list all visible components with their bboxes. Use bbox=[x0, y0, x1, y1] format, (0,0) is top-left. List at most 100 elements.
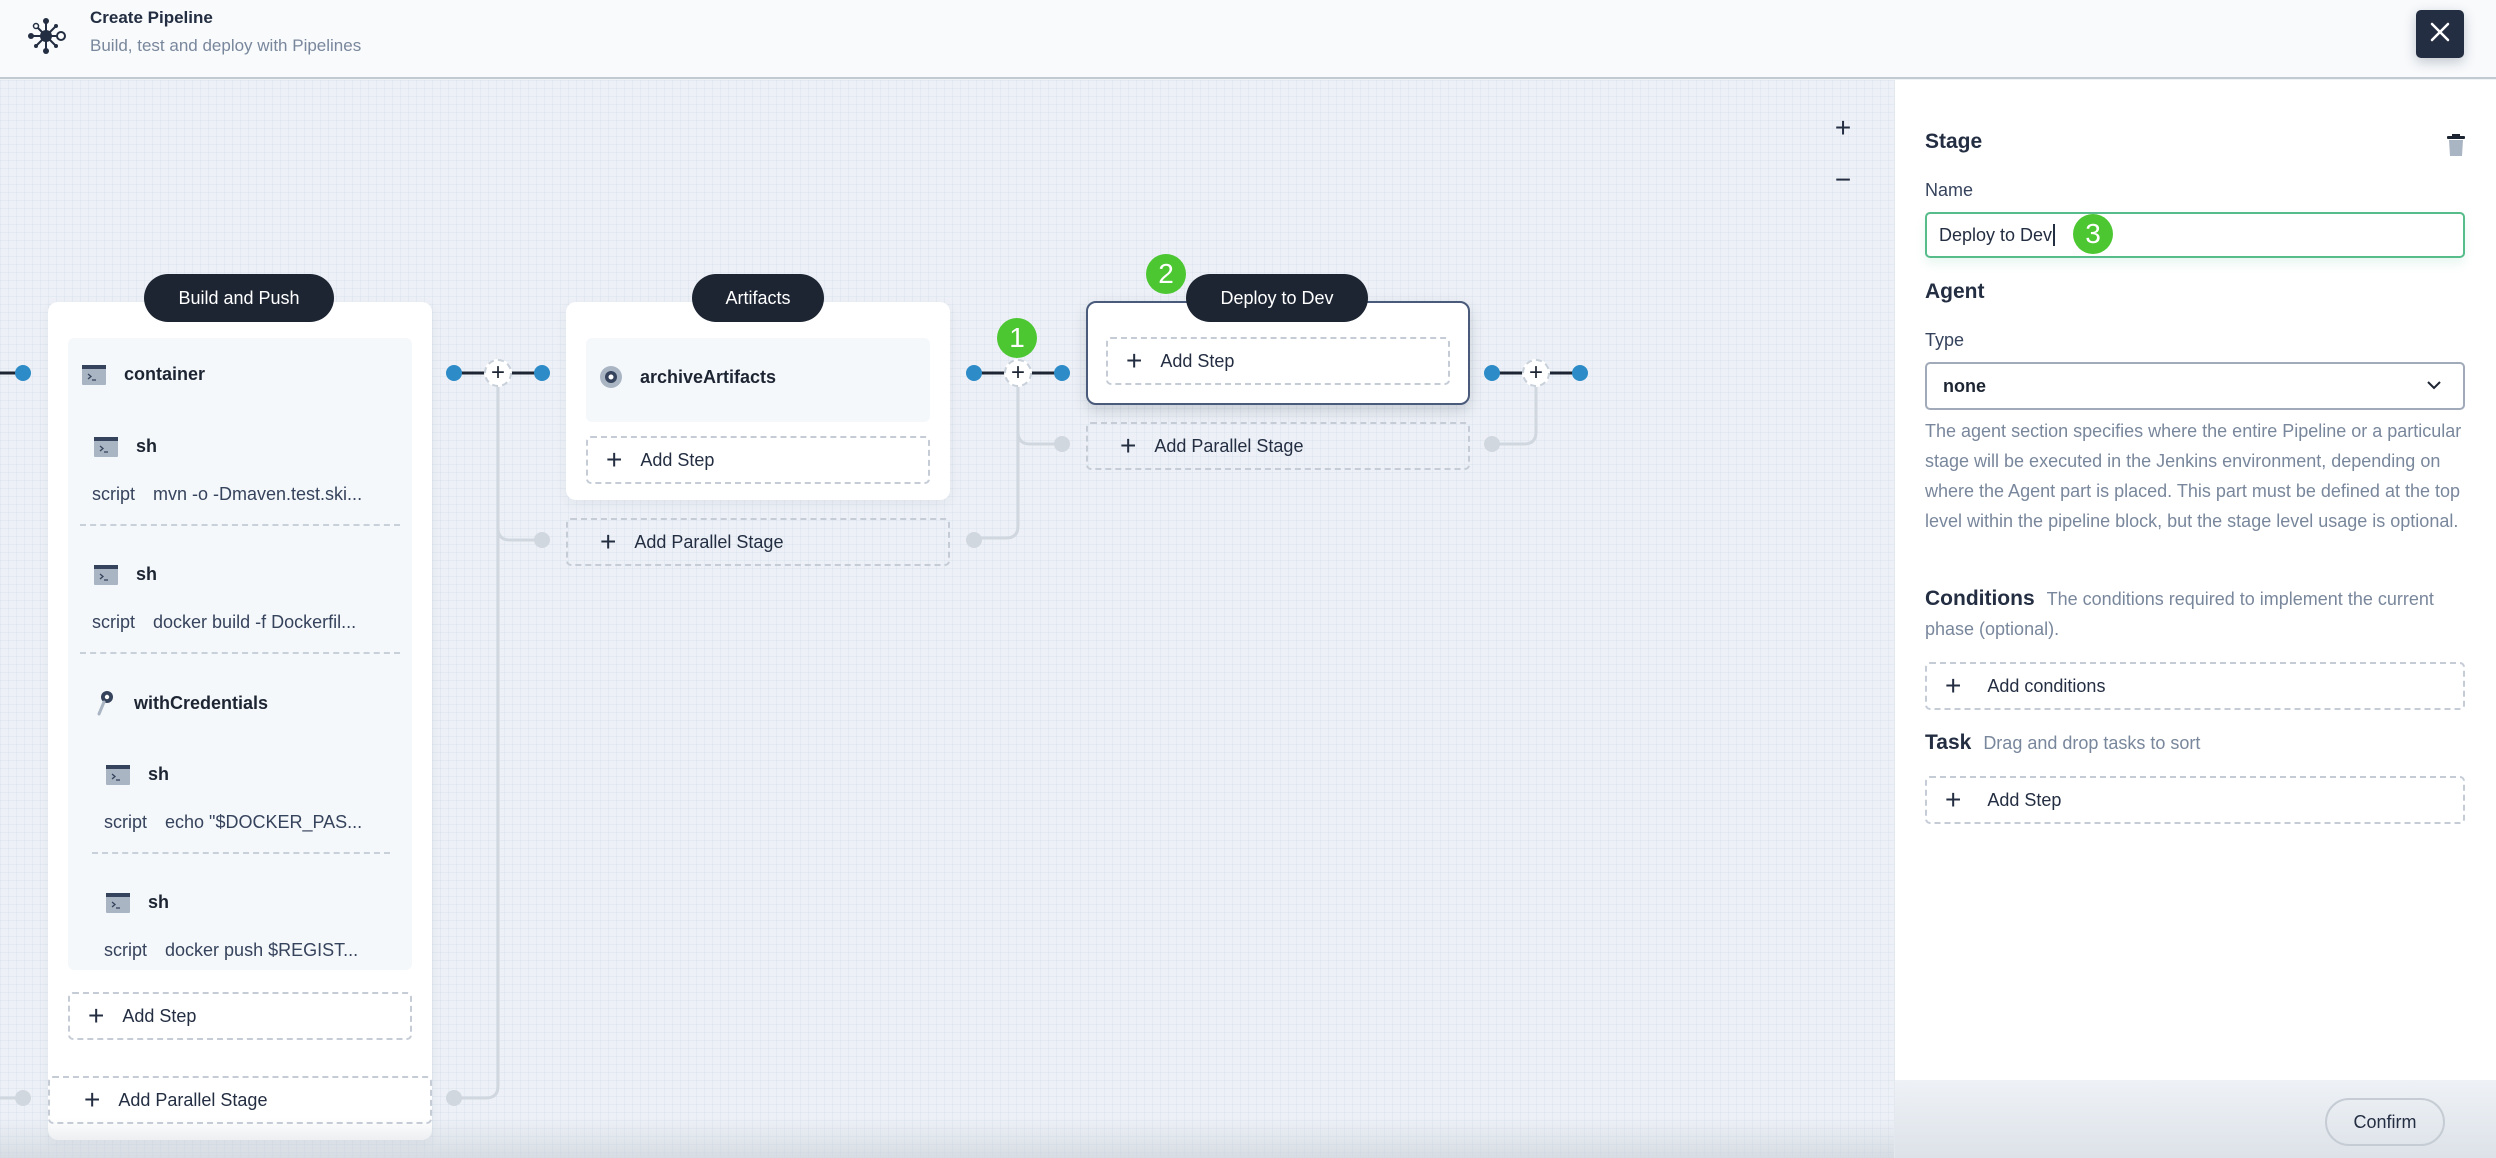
add-stage-node[interactable]: + bbox=[484, 359, 512, 387]
parallel-branch-line bbox=[454, 374, 500, 1100]
agent-type-select[interactable]: none bbox=[1925, 362, 2465, 410]
zoom-in-button[interactable]: + bbox=[1828, 114, 1858, 142]
plus-icon: + bbox=[1120, 430, 1137, 461]
step-script[interactable]: script docker push $REGIST... bbox=[104, 940, 358, 961]
plus-icon: + bbox=[1945, 670, 1962, 701]
task-title-text: Task bbox=[1925, 731, 1972, 754]
connector-dot bbox=[534, 365, 550, 381]
plus-icon: + bbox=[84, 1084, 101, 1115]
stage-name-pill[interactable]: Artifacts bbox=[692, 274, 824, 322]
script-key: script bbox=[92, 484, 136, 504]
add-parallel-stage-label: Add Parallel Stage bbox=[634, 531, 784, 552]
add-step-button[interactable]: + Add Step bbox=[586, 436, 930, 484]
connector-dot bbox=[966, 365, 982, 381]
stage-name-input[interactable]: Deploy to Dev bbox=[1925, 212, 2465, 258]
add-step-button[interactable]: + Add Step bbox=[1106, 337, 1450, 385]
script-key: script bbox=[92, 612, 136, 632]
script-key: script bbox=[104, 812, 148, 832]
connector-dot bbox=[1572, 365, 1588, 381]
connector-dot bbox=[1484, 436, 1500, 452]
plus-icon: + bbox=[600, 526, 617, 557]
add-stage-node[interactable]: + bbox=[1004, 359, 1032, 387]
step-sh[interactable]: sh bbox=[94, 436, 157, 457]
step-title: withCredentials bbox=[134, 692, 269, 713]
step-with-credentials[interactable]: withCredentials bbox=[96, 690, 268, 716]
agent-description: The agent section specifies where the en… bbox=[1925, 421, 2462, 531]
parallel-branch-line bbox=[974, 374, 1020, 540]
stage-settings-panel: Stage Name Deploy to Dev 3 Agent Type no… bbox=[1894, 80, 2496, 1158]
plus-icon: + bbox=[88, 1000, 105, 1031]
step-divider bbox=[80, 652, 400, 654]
step-divider bbox=[80, 524, 400, 526]
add-step-button[interactable]: + Add Step bbox=[1925, 776, 2465, 824]
script-value: docker push $REGIST... bbox=[165, 940, 359, 960]
step-badge-3: 3 bbox=[2073, 214, 2113, 254]
step-title: archiveArtifacts bbox=[640, 366, 777, 387]
add-parallel-stage-label: Add Parallel Stage bbox=[1154, 435, 1304, 456]
zoom-out-button[interactable]: − bbox=[1828, 166, 1858, 194]
step-container[interactable]: container bbox=[82, 364, 205, 385]
step-badge-1: 1 bbox=[997, 318, 1037, 358]
pipeline-icon bbox=[26, 16, 66, 56]
step-title: sh bbox=[136, 436, 158, 456]
confirm-button[interactable]: Confirm bbox=[2325, 1098, 2445, 1146]
terminal-icon bbox=[106, 764, 130, 785]
connector-dot bbox=[446, 1090, 462, 1106]
step-title: sh bbox=[136, 564, 158, 584]
connector-dot bbox=[1054, 436, 1070, 452]
task-title: Task Drag and drop tasks to sort bbox=[1925, 728, 2200, 758]
agent-title: Agent bbox=[1925, 280, 1985, 303]
script-value: mvn -o -Dmaven.test.ski... bbox=[153, 484, 363, 504]
add-conditions-button[interactable]: + Add conditions bbox=[1925, 662, 2465, 710]
step-script[interactable]: script docker build -f Dockerfil... bbox=[92, 612, 356, 633]
add-step-label: Add Step bbox=[1987, 789, 2062, 810]
terminal-icon bbox=[82, 364, 106, 385]
step-script[interactable]: script mvn -o -Dmaven.test.ski... bbox=[92, 484, 362, 505]
add-stage-node[interactable]: + bbox=[1522, 359, 1550, 387]
add-conditions-label: Add conditions bbox=[1987, 675, 2106, 696]
step-sh[interactable]: sh bbox=[106, 892, 169, 913]
step-title: sh bbox=[148, 764, 170, 784]
stage-name-pill[interactable]: Deploy to Dev bbox=[1186, 274, 1368, 322]
add-parallel-stage-label: Add Parallel Stage bbox=[118, 1089, 268, 1110]
step-sh[interactable]: sh bbox=[94, 564, 157, 585]
connector-dot bbox=[1054, 365, 1070, 381]
stage-card-build-and-push[interactable]: container sh script mvn -o -Dmaven.test.s… bbox=[48, 302, 432, 1140]
connector-dot bbox=[534, 532, 550, 548]
connector-dot bbox=[446, 365, 462, 381]
terminal-icon bbox=[94, 436, 118, 457]
step-sh[interactable]: sh bbox=[106, 764, 169, 785]
add-parallel-stage-button[interactable]: + Add Parallel Stage bbox=[566, 518, 950, 566]
step-script[interactable]: script echo "$DOCKER_PAS... bbox=[104, 812, 362, 833]
panel-footer: Confirm bbox=[1895, 1080, 2496, 1158]
add-step-button[interactable]: + Add Step bbox=[68, 992, 412, 1040]
plus-icon: + bbox=[606, 444, 623, 475]
agent-type-value: none bbox=[1943, 375, 1986, 396]
page-subtitle: Build, test and deploy with Pipelines bbox=[90, 36, 362, 55]
step-list: archiveArtifacts bbox=[586, 338, 930, 422]
stage-name-value: Deploy to Dev bbox=[1939, 224, 2053, 245]
pipeline-canvas[interactable]: + − container sh script mvn -o -Dmaven.te… bbox=[0, 80, 1894, 1158]
stage-card-artifacts[interactable]: archiveArtifacts + Add Step bbox=[566, 302, 950, 500]
step-list: container sh script mvn -o -Dmaven.test.s… bbox=[68, 338, 412, 970]
terminal-icon bbox=[106, 892, 130, 913]
add-step-label: Add Step bbox=[1160, 350, 1235, 371]
close-button[interactable] bbox=[2416, 10, 2464, 58]
archive-icon bbox=[600, 366, 622, 388]
add-parallel-stage-button[interactable]: + Add Parallel Stage bbox=[48, 1076, 432, 1124]
conditions-title: Conditions The conditions required to imp… bbox=[1925, 584, 2470, 644]
script-value: docker build -f Dockerfil... bbox=[153, 612, 357, 632]
header: Create Pipeline Build, test and deploy w… bbox=[0, 0, 2496, 79]
stage-name-pill[interactable]: Build and Push bbox=[144, 274, 334, 322]
text-caret bbox=[2053, 224, 2056, 246]
plus-icon: + bbox=[1126, 345, 1143, 376]
name-label: Name bbox=[1925, 180, 1974, 200]
terminal-icon bbox=[94, 564, 118, 585]
conditions-title-text: Conditions bbox=[1925, 587, 2035, 610]
trash-icon[interactable] bbox=[2447, 134, 2465, 161]
step-divider bbox=[92, 852, 390, 854]
add-parallel-stage-button[interactable]: + Add Parallel Stage bbox=[1086, 422, 1470, 470]
step-archive-artifacts[interactable]: archiveArtifacts bbox=[600, 366, 776, 388]
step-title: sh bbox=[148, 892, 170, 912]
close-icon bbox=[2428, 20, 2452, 49]
